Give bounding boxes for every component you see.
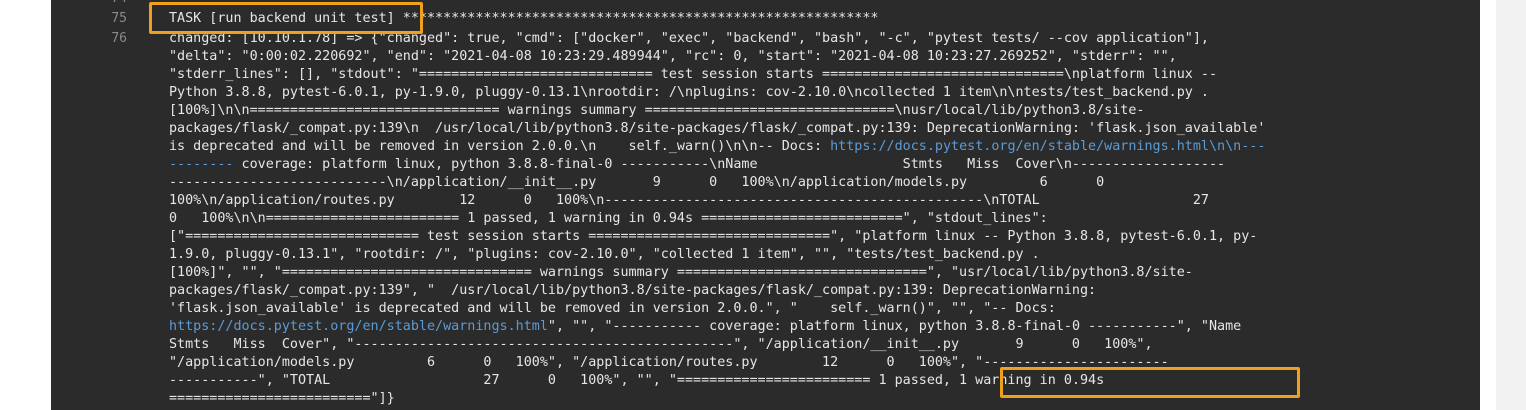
side-panel bbox=[1496, 0, 1526, 410]
output-line: [100%]\n\n==============================… bbox=[169, 103, 1145, 118]
output-line: is deprecated and will be removed in ver… bbox=[169, 138, 1265, 156]
output-text: coverage: platform linux, python 3.8.8-f… bbox=[233, 157, 1226, 172]
output-line: https://docs.pytest.org/en/stable/warnin… bbox=[169, 318, 1241, 336]
output-line: 100%\n/application/routes.py 12 0 100%\n… bbox=[169, 193, 1209, 208]
output-line: changed: [10.10.1.78] => {"changed": tru… bbox=[169, 31, 1209, 46]
docs-link[interactable]: https://docs.pytest.org/en/stable/warnin… bbox=[830, 139, 1265, 154]
output-line: ["============================= test ses… bbox=[169, 229, 1258, 244]
line-number: 76 bbox=[111, 31, 127, 46]
docs-link[interactable]: https://docs.pytest.org/en/stable/warnin… bbox=[169, 319, 548, 334]
line-number: 75 bbox=[111, 11, 127, 26]
output-line: ========================="]} bbox=[169, 391, 395, 406]
output-line: 1.9.0, pluggy-0.13.1", "rootdir: /", "pl… bbox=[169, 247, 1040, 262]
output-line: Stmts Miss Cover", "--------------------… bbox=[169, 337, 1153, 352]
output-line: ---------------------------\n/applicatio… bbox=[169, 175, 1105, 190]
output-text: is deprecated and will be removed in ver… bbox=[169, 139, 831, 154]
console-output: 74 75 76 TASK [run backend unit test] **… bbox=[51, 0, 1480, 410]
output-line: -----------", "TOTAL 27 0 100%", "", "==… bbox=[169, 373, 1105, 388]
output-line: 0 100%\n\n======================== 1 pas… bbox=[169, 211, 1048, 226]
output-line: Python 3.8.8, pytest-6.0.1, py-1.9.0, pl… bbox=[169, 85, 1209, 100]
output-line: packages/flask/_compat.py:139\n /usr/loc… bbox=[169, 121, 1266, 136]
line-number: 74 bbox=[51, 0, 127, 8]
output-text: ", "", "----------- coverage: platform l… bbox=[547, 319, 1242, 334]
docs-link[interactable]: -------- bbox=[169, 157, 234, 172]
output-line: packages/flask/_compat.py:139", " /usr/l… bbox=[169, 283, 1097, 298]
output-line: -------- coverage: platform linux, pytho… bbox=[169, 156, 1225, 174]
output-line: [100%]", "", "==========================… bbox=[169, 265, 1193, 280]
output-line: "/application/models.py 6 0 100%", "/app… bbox=[169, 355, 1169, 370]
task-line: TASK [run backend unit test] ***********… bbox=[169, 11, 879, 26]
output-line: 'flask.json_available' is deprecated and… bbox=[169, 301, 1056, 316]
output-line: "delta": "0:00:02.220692", "end": "2021-… bbox=[169, 49, 1177, 64]
output-line: "stderr_lines": [], "stdout": "=========… bbox=[169, 67, 1218, 82]
